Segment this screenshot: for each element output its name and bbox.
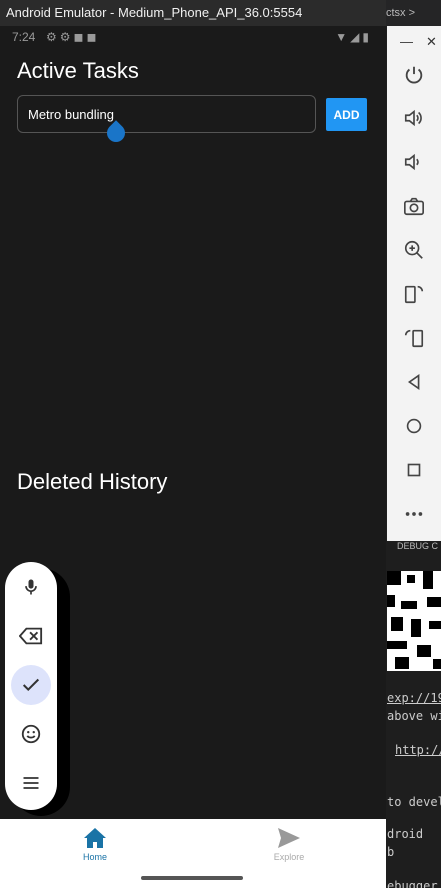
debug-console-panel: DEBUG C exp://19 above wi http:// to dev… [387, 541, 441, 888]
rotate-right-icon[interactable] [403, 327, 425, 349]
camera-icon[interactable] [403, 195, 425, 217]
home-circle-icon[interactable] [403, 415, 425, 437]
minimize-icon[interactable]: — [400, 34, 413, 49]
debug-console-header[interactable]: DEBUG C [397, 541, 438, 551]
terminal-line: above wi [387, 709, 441, 723]
terminal-line: droid [387, 827, 424, 841]
terminal-line: b [387, 845, 395, 859]
zoom-icon[interactable] [403, 239, 425, 261]
terminal-line[interactable]: exp://19 [387, 691, 441, 705]
gesture-handle[interactable] [141, 876, 243, 880]
nav-explore-label: Explore [273, 852, 305, 862]
more-icon[interactable] [403, 503, 425, 525]
backspace-icon[interactable] [11, 616, 51, 656]
power-icon[interactable] [403, 64, 425, 86]
add-button[interactable]: ADD [326, 98, 367, 131]
deleted-history-heading: Deleted History [17, 469, 168, 494]
terminal-line[interactable]: http:// [395, 743, 441, 757]
task-input[interactable] [17, 95, 316, 133]
window-title: Android Emulator - Medium_Phone_API_36.0… [0, 0, 386, 26]
rotate-left-icon[interactable] [403, 283, 425, 305]
phone-screen: 7:24 ⚙⚙◼◼ ▼◢▮ Active Tasks ADD Deleted H… [0, 26, 386, 888]
overview-icon[interactable] [403, 459, 425, 481]
notification-icons: ⚙⚙◼◼ [46, 30, 100, 44]
back-icon[interactable] [403, 371, 425, 393]
terminal-line: ebugger [387, 879, 438, 888]
qr-code [387, 571, 441, 671]
emoji-icon[interactable] [11, 714, 51, 754]
volume-up-icon[interactable] [403, 107, 425, 129]
volume-down-icon[interactable] [403, 151, 425, 173]
status-bar: 7:24 ⚙⚙◼◼ ▼◢▮ [0, 26, 386, 48]
signal-icons: ▼◢▮ [335, 30, 372, 44]
emulator-side-toolbar: — ✕ [387, 26, 441, 541]
send-icon [278, 828, 300, 848]
nav-explore-tab[interactable]: Explore [254, 827, 324, 862]
mic-icon[interactable] [11, 567, 51, 607]
keyboard-toolbar [5, 562, 57, 810]
check-icon[interactable] [11, 665, 51, 705]
menu-icon[interactable] [11, 763, 51, 803]
home-icon [84, 828, 106, 848]
close-icon[interactable]: ✕ [426, 34, 437, 50]
active-tasks-heading: Active Tasks [17, 58, 139, 83]
ide-tab-fragment[interactable]: ctsx > [386, 0, 441, 26]
terminal-line: to devel [387, 795, 441, 809]
status-time: 7:24 [12, 30, 36, 44]
nav-home-label: Home [82, 852, 107, 862]
nav-home-tab[interactable]: Home [60, 827, 130, 862]
